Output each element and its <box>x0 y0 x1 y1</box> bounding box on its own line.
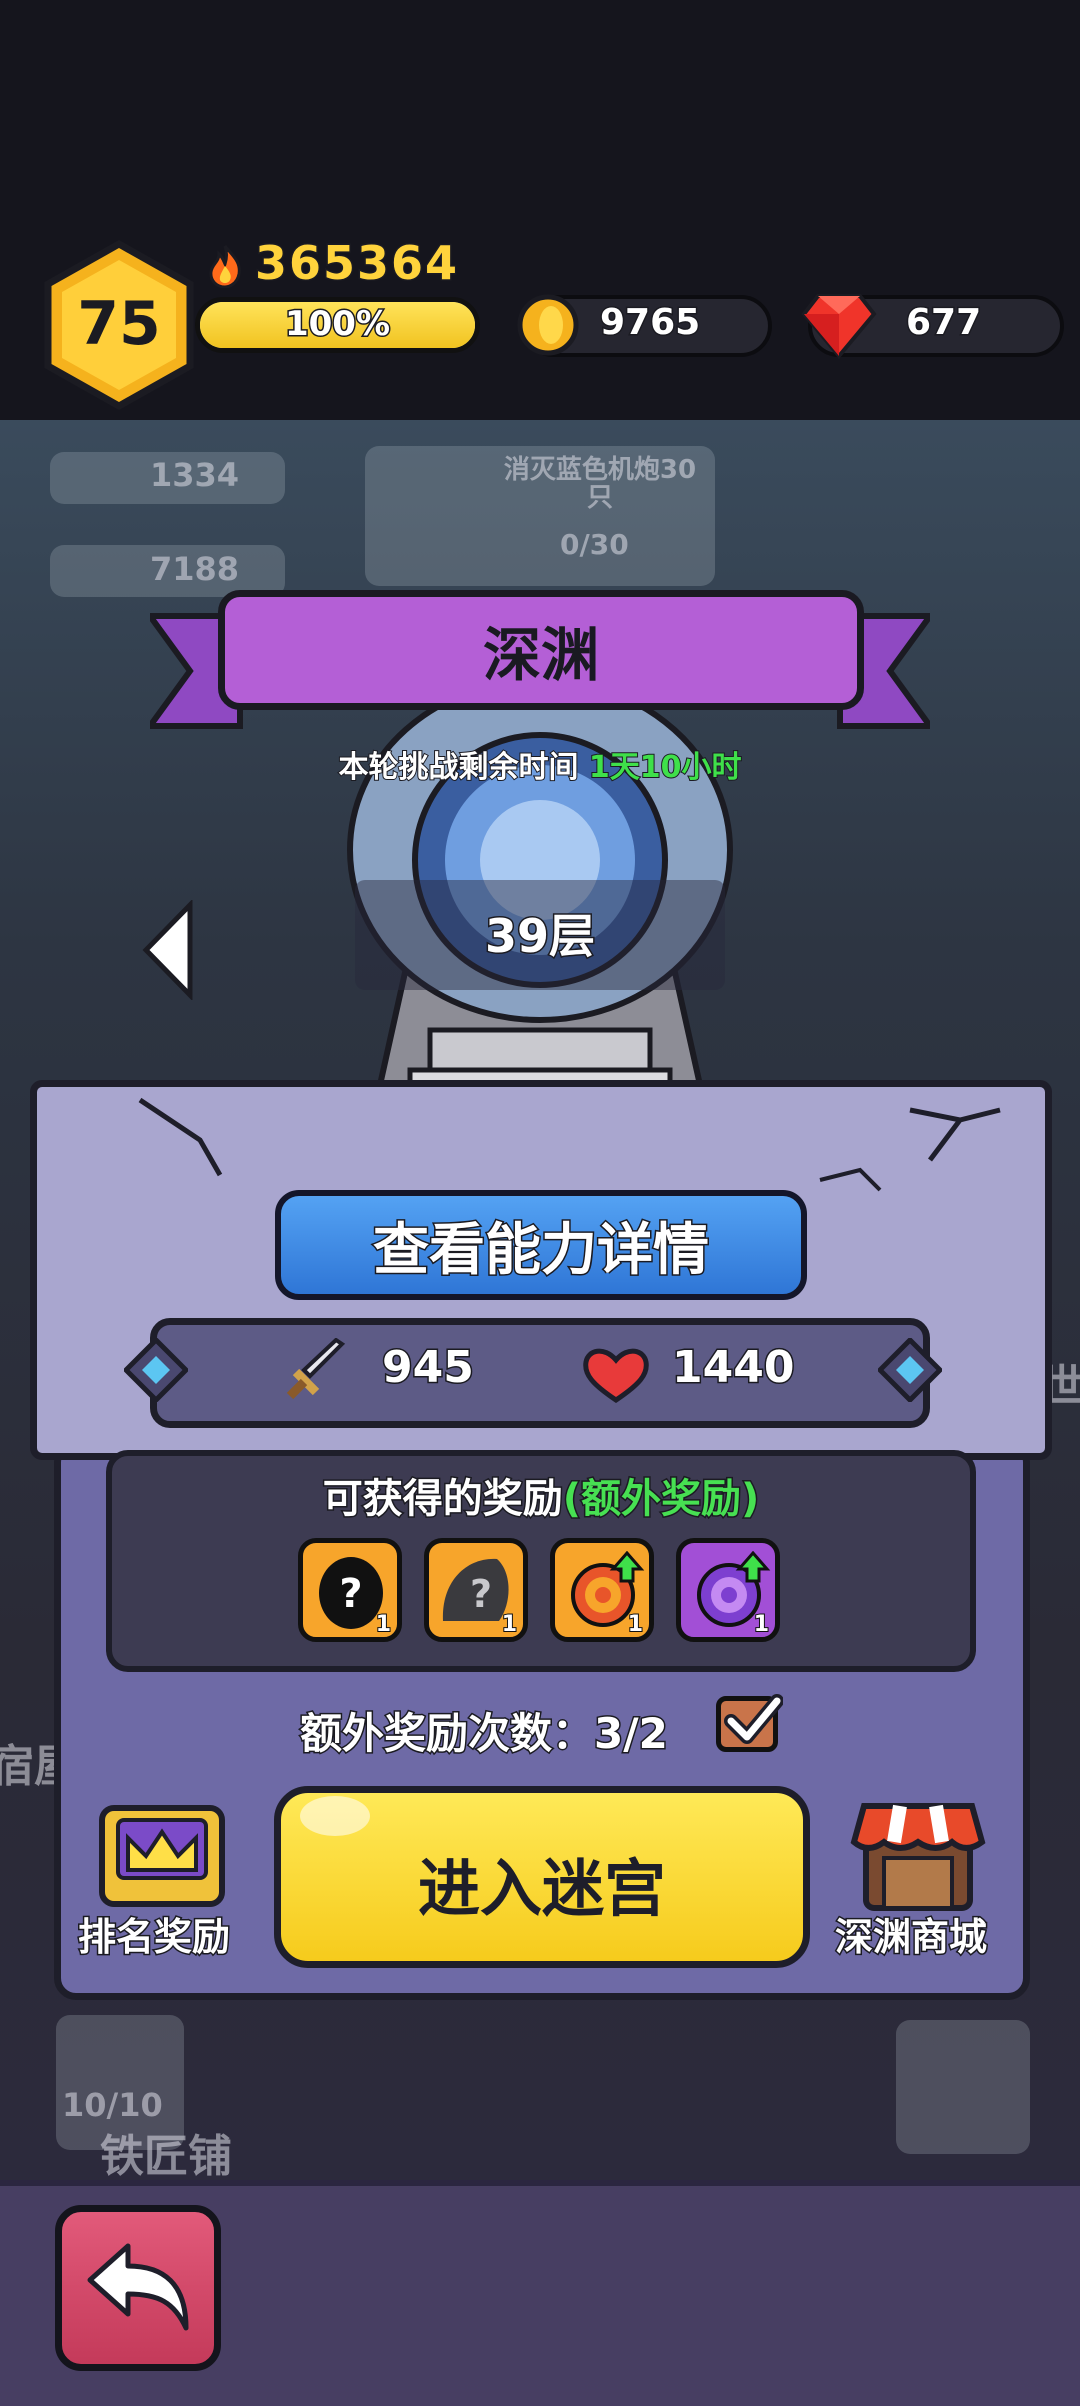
xp-bar: 100% <box>195 297 480 353</box>
view-ability-details-label: 查看能力详情 <box>372 1217 711 1285</box>
flame-icon <box>209 245 241 288</box>
gold-coin-icon <box>517 294 579 356</box>
right-diamond-gem-icon <box>878 1338 942 1402</box>
back-button[interactable] <box>55 2205 221 2371</box>
meat-count: 1334 <box>150 456 240 494</box>
ranking-chest-icon[interactable] <box>92 1800 232 1912</box>
previous-floor-arrow-icon[interactable] <box>140 900 200 1000</box>
gem-value: 677 <box>904 301 982 345</box>
challenge-timer: 本轮挑战剩余时间 1天10小时 <box>0 742 1080 786</box>
rewards-extra-label: (额外奖励) <box>561 1475 761 1524</box>
level-badge[interactable]: 75 <box>44 240 194 410</box>
abyss-shop-icon[interactable] <box>848 1798 988 1914</box>
enter-maze-label: 进入迷宫 <box>417 1852 666 1925</box>
xp-percent: 100% <box>283 303 391 346</box>
heart-icon <box>583 1348 649 1404</box>
extra-reward-checkbox[interactable] <box>716 1694 783 1752</box>
challenge-time: 1天10小时 <box>588 749 743 786</box>
reward-count: 1 <box>627 1611 644 1638</box>
rewards-title-label: 可获得的奖励 <box>321 1475 564 1524</box>
svg-text:?: ? <box>470 1572 492 1616</box>
rewards-title: 可获得的奖励(额外奖励) <box>106 1466 976 1524</box>
left-diamond-gem-icon <box>124 1338 188 1402</box>
stats-bar <box>150 1318 930 1428</box>
reward-item-1[interactable]: ? 1 <box>298 1538 402 1642</box>
quest-progress: 0/30 <box>560 528 629 561</box>
reward-item-3[interactable]: 1 <box>550 1538 654 1642</box>
hp-value: 1440 <box>670 1341 795 1395</box>
floor-label: 39层 <box>483 908 596 965</box>
abyss-title: 深渊 <box>482 621 599 689</box>
slime-count: 10/10 <box>62 2086 163 2124</box>
abyss-shop-label[interactable]: 深渊商城 <box>833 1906 988 1961</box>
checkmark-icon <box>724 1694 783 1744</box>
attack-value: 945 <box>381 1341 476 1395</box>
attack-button-bg <box>896 2020 1030 2154</box>
button-highlight <box>300 1796 370 1836</box>
gold-value: 9765 <box>598 301 701 345</box>
challenge-label: 本轮挑战剩余时间 <box>337 749 579 786</box>
sword-icon <box>286 1338 346 1400</box>
reward-count: 1 <box>753 1611 770 1638</box>
ranking-rewards-label[interactable]: 排名奖励 <box>76 1906 231 1961</box>
blacksmith-label: 铁匠铺 <box>100 2131 232 2180</box>
reward-count: 1 <box>375 1611 392 1638</box>
extra-reward-count: 额外奖励次数：3/2 <box>299 1708 670 1760</box>
quest-text: 消灭蓝色机炮30只 <box>503 455 697 513</box>
reward-item-4[interactable]: 1 <box>676 1538 780 1642</box>
panel-cracks <box>138 1097 1001 1192</box>
reward-count: 1 <box>501 1611 518 1638</box>
svg-text:?: ? <box>339 1571 362 1617</box>
power-score: 365364 <box>253 235 460 292</box>
back-arrow-icon <box>87 2243 189 2331</box>
ruby-gem-icon <box>801 294 877 360</box>
reward-item-2[interactable]: ? 1 <box>424 1538 528 1642</box>
level-text: 75 <box>77 289 161 359</box>
wood-count: 7188 <box>150 550 240 588</box>
